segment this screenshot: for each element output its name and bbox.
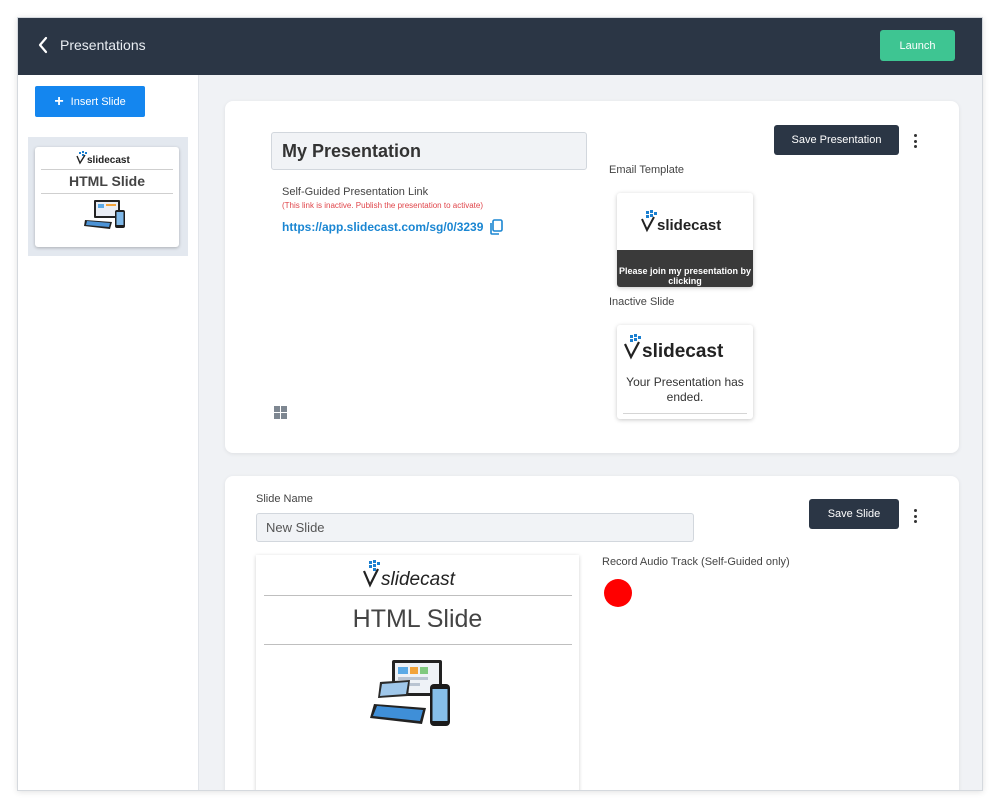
logo-text: slidecast	[381, 569, 456, 590]
inactive-slide-preview[interactable]: slidecast Your Presentation has ended.	[617, 325, 753, 419]
self-guided-link-label: Self-Guided Presentation Link	[282, 186, 429, 198]
app-window: Presentations Launch + Insert Slide slid…	[17, 17, 983, 791]
email-preview-message: Please join my presentation by clicking	[617, 250, 753, 287]
plus-icon: +	[54, 92, 64, 110]
logo-text: slidecast	[642, 341, 724, 362]
devices-image	[256, 658, 579, 734]
slide-preview-title: HTML Slide	[352, 605, 483, 633]
logo-text: slidecast	[657, 217, 721, 234]
slide-thumbnail-selected[interactable]: slidecast HTML Slide	[28, 137, 188, 256]
chevron-left-icon	[38, 36, 48, 54]
presentation-card: My Presentation Self-Guided Presentation…	[225, 101, 959, 453]
grid-view-icon[interactable]	[274, 406, 287, 419]
slide-editor-card: Slide Name New Slide Save Slide slidecas…	[225, 476, 959, 790]
slide-thumbnail[interactable]: slidecast HTML Slide	[35, 147, 179, 247]
inactive-link-warning: (This link is inactive. Publish the pres…	[282, 201, 483, 210]
self-guided-link[interactable]: https://app.slidecast.com/sg/0/3239	[282, 219, 504, 235]
record-audio-label: Record Audio Track (Self-Guided only)	[602, 556, 790, 568]
back-to-presentations[interactable]: Presentations	[36, 35, 146, 55]
back-label: Presentations	[60, 37, 146, 53]
devices-image	[35, 198, 179, 232]
top-bar: Presentations Launch	[18, 18, 982, 75]
slide-sidebar: + Insert Slide slidecast HTML Slide	[18, 75, 199, 790]
divider	[263, 595, 572, 596]
logo-text: slidecast	[87, 155, 130, 165]
presentation-title-input[interactable]: My Presentation	[271, 132, 587, 170]
thumbnail-title: HTML Slide	[69, 173, 145, 189]
insert-slide-label: Insert Slide	[70, 95, 126, 108]
slide-name-input[interactable]: New Slide	[256, 513, 694, 542]
slidecast-logo: slidecast	[256, 560, 579, 590]
save-presentation-button[interactable]: Save Presentation	[774, 125, 899, 155]
divider	[41, 169, 173, 170]
presentation-more-icon[interactable]	[910, 132, 920, 150]
divider	[623, 413, 747, 414]
slidecast-logo: slidecast	[641, 210, 733, 239]
inactive-preview-message: Your Presentation has ended.	[626, 375, 744, 404]
insert-slide-button[interactable]: + Insert Slide	[35, 86, 145, 117]
slide-preview[interactable]: slidecast HTML Slide	[256, 555, 579, 790]
launch-button[interactable]: Launch	[880, 30, 955, 61]
divider	[263, 644, 572, 645]
slidecast-logo: slidecast	[624, 334, 746, 367]
self-guided-link-text[interactable]: https://app.slidecast.com/sg/0/3239	[282, 220, 483, 234]
record-button[interactable]	[604, 579, 632, 607]
slide-more-icon[interactable]	[910, 507, 920, 525]
divider	[41, 193, 173, 194]
email-template-label: Email Template	[609, 164, 684, 176]
slidecast-logo: slidecast	[35, 151, 179, 165]
inactive-slide-label: Inactive Slide	[609, 296, 675, 308]
slide-name-label: Slide Name	[256, 493, 313, 505]
copy-icon[interactable]	[489, 219, 504, 235]
email-template-preview[interactable]: slidecast Please join my presentation by…	[617, 193, 753, 287]
save-slide-button[interactable]: Save Slide	[809, 499, 899, 529]
